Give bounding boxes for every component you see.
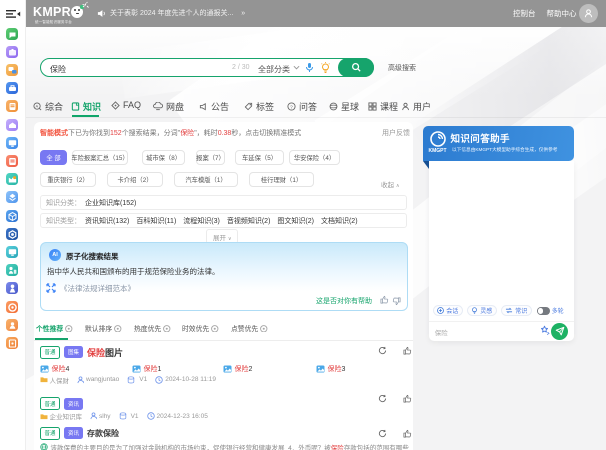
svg-text:?: ? [290,104,293,110]
svg-text:A: A [36,104,39,109]
